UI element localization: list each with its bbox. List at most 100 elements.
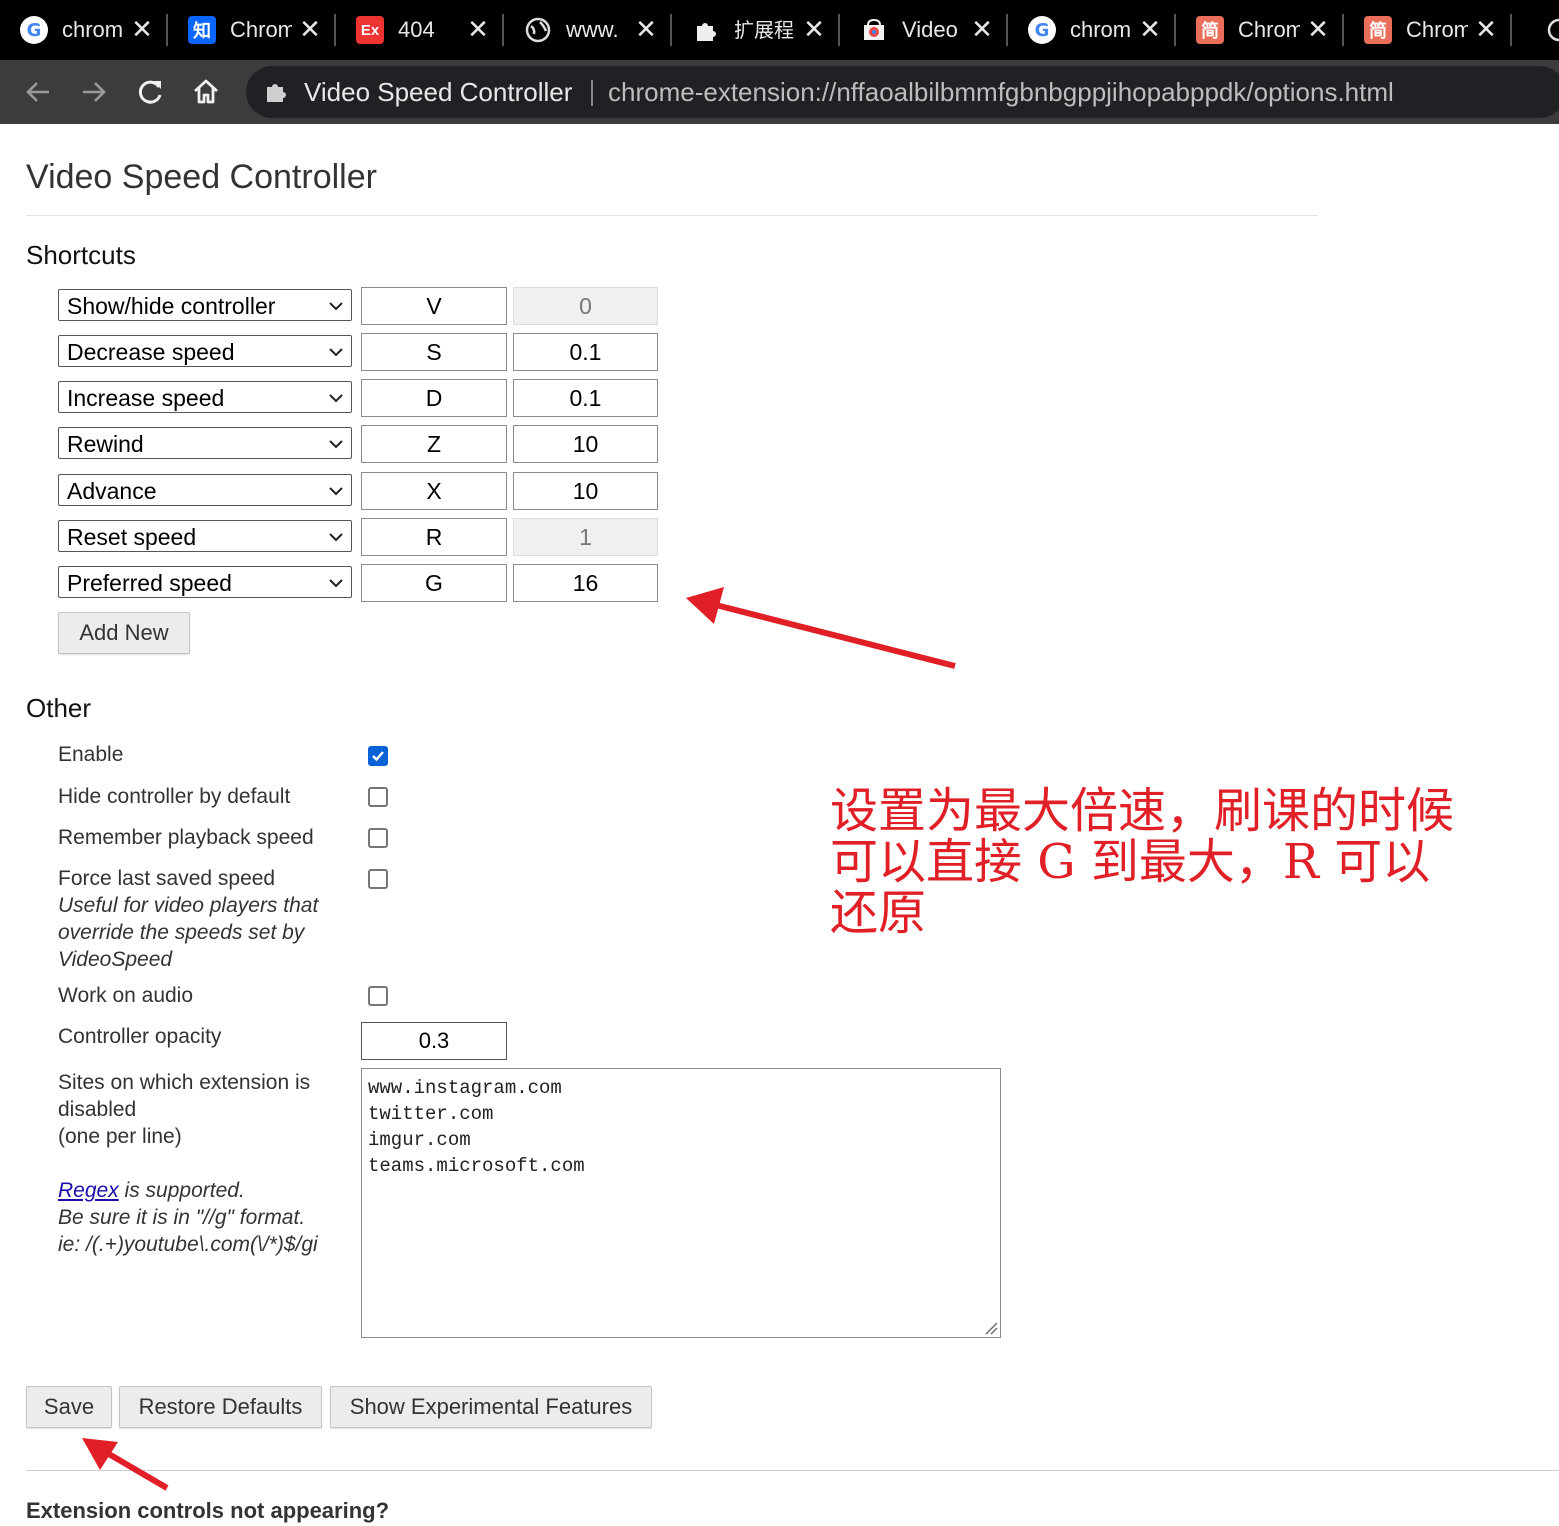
shortcut-key-input[interactable]: S [361, 333, 507, 371]
tab-webstore-video[interactable]: Video ✕ [840, 0, 1008, 60]
save-button[interactable]: Save [26, 1386, 112, 1428]
hide-controller-checkbox[interactable] [368, 787, 388, 807]
close-icon[interactable]: ✕ [634, 14, 658, 44]
close-icon[interactable]: ✕ [1474, 14, 1498, 44]
checkmark-icon [372, 751, 384, 762]
puzzle-icon [692, 16, 720, 44]
force-last-checkbox[interactable] [368, 869, 388, 889]
remember-speed-label: Remember playback speed [58, 826, 314, 849]
home-icon[interactable] [188, 74, 224, 110]
remember-speed-checkbox[interactable] [368, 828, 388, 848]
sites-label: Sites on which extension is [58, 1071, 311, 1094]
reload-icon[interactable] [132, 74, 168, 110]
shortcut-key-input[interactable]: X [361, 472, 507, 510]
shortcut-action-label: Rewind [67, 431, 144, 457]
forward-arrow-icon[interactable] [76, 74, 112, 110]
partial-tab-icon[interactable] [1546, 18, 1559, 42]
shortcut-key-input[interactable]: Z [361, 425, 507, 463]
tab-title: 404 [398, 17, 435, 42]
chevron-down-icon [329, 348, 343, 357]
globe-icon [524, 16, 552, 44]
shortcut-row: Rewind Z 10 [58, 425, 658, 463]
work-on-audio-checkbox[interactable] [368, 986, 388, 1006]
regex-link[interactable]: Regex [58, 1179, 119, 1202]
regex-example: ie: /(.+)youtube\.com(\/*)$/gi [58, 1233, 318, 1256]
tab-separator [1510, 14, 1512, 46]
shortcut-key-input[interactable]: V [361, 287, 507, 325]
shortcut-value-input[interactable]: 10 [513, 425, 658, 463]
blacklist-textarea[interactable]: www.instagram.com twitter.com imgur.com … [361, 1068, 1001, 1338]
shortcut-value-input[interactable]: 0.1 [513, 379, 658, 417]
site-line: www.instagram.com [368, 1077, 562, 1099]
tab-zhihu[interactable]: 知 Chrom ✕ [168, 0, 336, 60]
close-icon[interactable]: ✕ [802, 14, 826, 44]
annotation-line: 可以直接 G 到最大，R 可以 [830, 834, 1431, 890]
restore-defaults-button[interactable]: Restore Defaults [119, 1386, 322, 1428]
shortcut-key-input[interactable]: D [361, 379, 507, 417]
regex-note-text: is supported. [118, 1179, 245, 1202]
close-icon[interactable]: ✕ [130, 14, 154, 44]
address-bar[interactable]: Video Speed Controller chrome-extension:… [246, 66, 1559, 118]
experimental-features-button[interactable]: Show Experimental Features [330, 1386, 652, 1428]
shortcut-value-input[interactable]: 16 [513, 564, 658, 602]
close-icon[interactable]: ✕ [1306, 14, 1330, 44]
shortcut-action-label: Advance [67, 478, 157, 504]
browser-toolbar: Video Speed Controller chrome-extension:… [0, 60, 1559, 124]
shortcut-action-select[interactable]: Increase speed [58, 381, 352, 413]
shortcut-row: Decrease speed S 0.1 [58, 333, 658, 371]
resize-handle-icon[interactable] [984, 1321, 998, 1335]
chevron-down-icon [329, 533, 343, 542]
shortcut-value-input[interactable]: 10 [513, 472, 658, 510]
page-title: Video Speed Controller [26, 158, 377, 196]
shortcut-action-label: Show/hide controller [67, 293, 276, 319]
back-arrow-icon[interactable] [20, 74, 56, 110]
shortcut-key-input[interactable]: G [361, 564, 507, 602]
shortcuts-heading: Shortcuts [26, 240, 136, 270]
tab-google-2[interactable]: G chrom ✕ [1008, 0, 1176, 60]
close-icon[interactable]: ✕ [970, 14, 994, 44]
tab-title: chrom [62, 17, 124, 42]
close-icon[interactable]: ✕ [466, 14, 490, 44]
tab-jianshu-2[interactable]: 简 Chrom ✕ [1344, 0, 1512, 60]
shortcut-action-label: Reset speed [67, 524, 197, 550]
site-name: Video Speed Controller [304, 77, 573, 107]
annotation-text: 设置为最大倍速，刷课的时候 可以直接 G 到最大，R 可以 还原 [830, 786, 1550, 939]
enable-checkbox[interactable] [368, 746, 388, 766]
opacity-input[interactable]: 0.3 [361, 1022, 507, 1060]
close-icon[interactable]: ✕ [1138, 14, 1162, 44]
site-line: imgur.com [368, 1129, 471, 1151]
shortcut-action-select[interactable]: Reset speed [58, 520, 352, 552]
tab-title: 扩展程 [734, 18, 794, 42]
tab-google-1[interactable]: G chrom ✕ [0, 0, 168, 60]
arrow-to-save [82, 1438, 169, 1491]
divider [26, 1470, 1559, 1471]
force-last-description: VideoSpeed [58, 948, 173, 971]
chevron-down-icon [329, 579, 343, 588]
shortcut-action-select[interactable]: Advance [58, 474, 352, 506]
close-icon[interactable]: ✕ [298, 14, 322, 44]
shortcut-value-input: 0 [513, 287, 658, 325]
shortcut-action-select[interactable]: Preferred speed [58, 566, 352, 598]
chevron-down-icon [329, 302, 343, 311]
tab-jianshu-1[interactable]: 简 Chrom ✕ [1176, 0, 1344, 60]
tab-title: Chrom [230, 17, 292, 42]
address-separator [591, 80, 593, 106]
chevron-down-icon [329, 394, 343, 403]
shortcut-action-select[interactable]: Rewind [58, 427, 352, 459]
tab-title: Chrom [1406, 17, 1468, 42]
add-new-button[interactable]: Add New [58, 612, 190, 654]
tab-extensions[interactable]: 扩展程 ✕ [672, 0, 840, 60]
shortcut-action-select[interactable]: Show/hide controller [58, 289, 352, 321]
tab-www[interactable]: www. ✕ [504, 0, 672, 60]
shortcut-action-label: Preferred speed [67, 570, 232, 596]
force-last-description: Useful for video players that [58, 894, 319, 917]
chevron-down-icon [329, 440, 343, 449]
url-text[interactable]: chrome-extension://nffaoalbilbmmfgbnbgpp… [608, 77, 1394, 107]
shortcut-key-input[interactable]: R [361, 518, 507, 556]
footer-heading: Extension controls not appearing? [26, 1498, 390, 1523]
tab-404[interactable]: Ex 404 ✕ [336, 0, 504, 60]
shortcut-value-input[interactable]: 0.1 [513, 333, 658, 371]
hide-controller-label: Hide controller by default [58, 785, 291, 808]
regex-format-note: Be sure it is in "//g" format. [58, 1206, 306, 1229]
shortcut-action-select[interactable]: Decrease speed [58, 335, 352, 367]
